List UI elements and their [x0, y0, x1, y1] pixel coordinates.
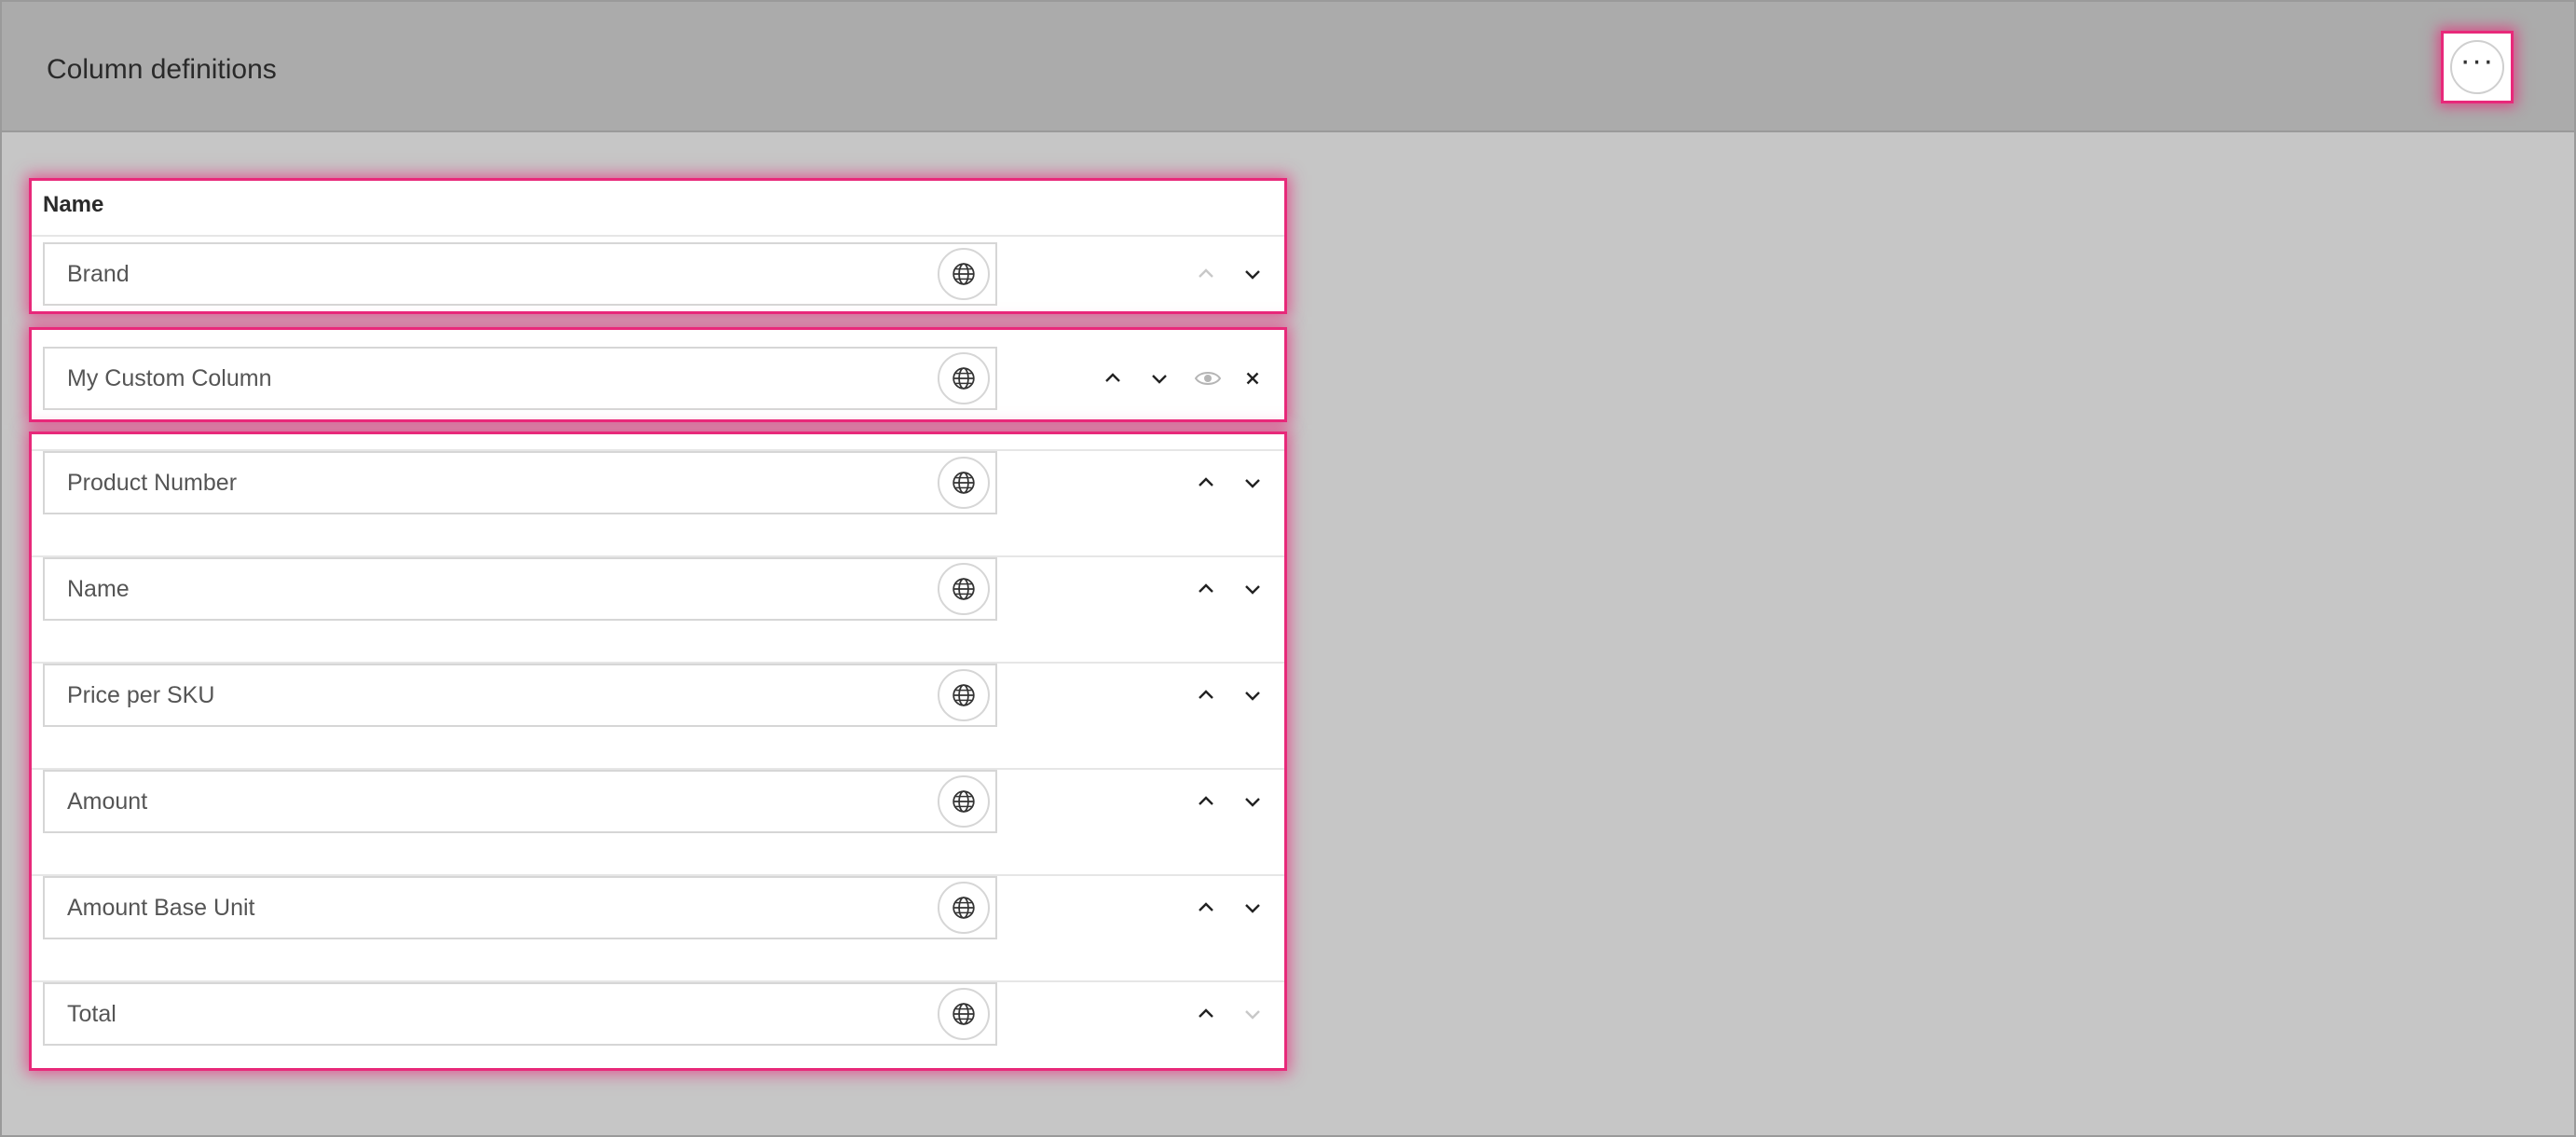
column-name-value: Name	[67, 576, 130, 602]
chevron-down-icon	[1245, 270, 1260, 280]
translate-globe-button[interactable]	[938, 248, 990, 300]
chevron-up-icon	[1199, 690, 1213, 699]
chevron-up-icon	[1199, 477, 1213, 486]
column-name-field[interactable]: Brand	[43, 242, 997, 306]
move-up-button[interactable]	[1189, 572, 1223, 606]
standard-columns-top-panel: Name Brand	[32, 181, 1284, 311]
column-row-total: Total	[32, 982, 1284, 1089]
more-menu-highlight: ···	[2444, 34, 2511, 101]
header-bar: Column definitions ···	[2, 2, 2574, 132]
move-up-button[interactable]	[1189, 785, 1223, 818]
close-icon	[1246, 372, 1259, 385]
column-name-field[interactable]: Product Number	[43, 451, 997, 514]
delete-column-button[interactable]	[1236, 362, 1269, 395]
standard-columns-panel: Product Number Name Price per SKU Amount…	[32, 434, 1284, 1068]
column-row-brand: Brand	[32, 237, 1284, 343]
chevron-down-icon	[1245, 479, 1260, 488]
column-row-amount-base-unit: Amount Base Unit	[32, 876, 1284, 982]
column-name-field[interactable]: Amount Base Unit	[43, 876, 997, 939]
chevron-down-icon	[1245, 585, 1260, 595]
globe-icon	[952, 1003, 975, 1025]
move-down-button[interactable]	[1236, 891, 1269, 925]
eye-icon	[1194, 372, 1222, 385]
column-name-value: Price per SKU	[67, 682, 215, 708]
move-up-button[interactable]	[1096, 362, 1130, 395]
chevron-down-icon	[1245, 692, 1260, 701]
column-name-value: My Custom Column	[67, 365, 272, 391]
move-up-button[interactable]	[1189, 257, 1223, 291]
translate-globe-button[interactable]	[938, 775, 990, 828]
move-down-button[interactable]	[1236, 785, 1269, 818]
move-down-button[interactable]	[1236, 572, 1269, 606]
column-name-value: Total	[67, 1001, 116, 1027]
column-name-value: Brand	[67, 261, 130, 287]
chevron-down-icon	[1152, 375, 1167, 384]
globe-icon	[952, 263, 975, 285]
custom-column-panel: My Custom Column	[32, 330, 1284, 419]
column-row-product-number: Product Number	[32, 451, 1284, 557]
column-name-field[interactable]: Total	[43, 982, 997, 1046]
globe-icon	[952, 367, 975, 390]
move-up-button[interactable]	[1189, 466, 1223, 500]
more-horizontal-icon: ···	[2460, 43, 2495, 78]
column-name-value: Amount Base Unit	[67, 895, 255, 921]
chevron-down-icon	[1245, 1010, 1260, 1020]
column-name-field[interactable]: Price per SKU	[43, 664, 997, 727]
translate-globe-button[interactable]	[938, 457, 990, 509]
page-title: Column definitions	[47, 54, 277, 85]
chevron-down-icon	[1245, 798, 1260, 807]
column-row-price-per-sku: Price per SKU	[32, 664, 1284, 770]
translate-globe-button[interactable]	[938, 882, 990, 934]
column-row-my-custom-column: My Custom Column	[32, 330, 1284, 436]
column-name-value: Product Number	[67, 470, 238, 496]
globe-icon	[952, 897, 975, 919]
chevron-up-icon	[1105, 373, 1120, 382]
translate-globe-button[interactable]	[938, 563, 990, 615]
move-down-button[interactable]	[1143, 362, 1176, 395]
globe-icon	[952, 790, 975, 813]
move-down-button[interactable]	[1236, 997, 1269, 1031]
column-definitions-window: Column definitions ··· Name Brand My Cus…	[0, 0, 2576, 1137]
column-name-field[interactable]: Amount	[43, 770, 997, 833]
globe-icon	[952, 578, 975, 600]
column-header-name: Name	[43, 192, 104, 217]
translate-globe-button[interactable]	[938, 669, 990, 721]
globe-icon	[952, 472, 975, 494]
column-name-field[interactable]: Name	[43, 557, 997, 621]
visibility-toggle-button[interactable]	[1191, 362, 1225, 395]
translate-globe-button[interactable]	[938, 988, 990, 1040]
move-up-button[interactable]	[1189, 997, 1223, 1031]
chevron-up-icon	[1199, 796, 1213, 805]
move-down-button[interactable]	[1236, 678, 1269, 712]
chevron-up-icon	[1199, 902, 1213, 911]
column-name-field[interactable]: My Custom Column	[43, 347, 997, 410]
column-row-name: Name	[32, 557, 1284, 664]
chevron-up-icon	[1199, 268, 1213, 278]
move-up-button[interactable]	[1189, 678, 1223, 712]
more-menu-button[interactable]: ···	[2450, 40, 2504, 94]
chevron-up-icon	[1199, 583, 1213, 593]
move-down-button[interactable]	[1236, 466, 1269, 500]
column-name-value: Amount	[67, 788, 148, 815]
column-row-amount: Amount	[32, 770, 1284, 876]
move-down-button[interactable]	[1236, 257, 1269, 291]
move-up-button[interactable]	[1189, 891, 1223, 925]
chevron-down-icon	[1245, 904, 1260, 913]
translate-globe-button[interactable]	[938, 352, 990, 404]
chevron-up-icon	[1199, 1008, 1213, 1018]
globe-icon	[952, 684, 975, 706]
